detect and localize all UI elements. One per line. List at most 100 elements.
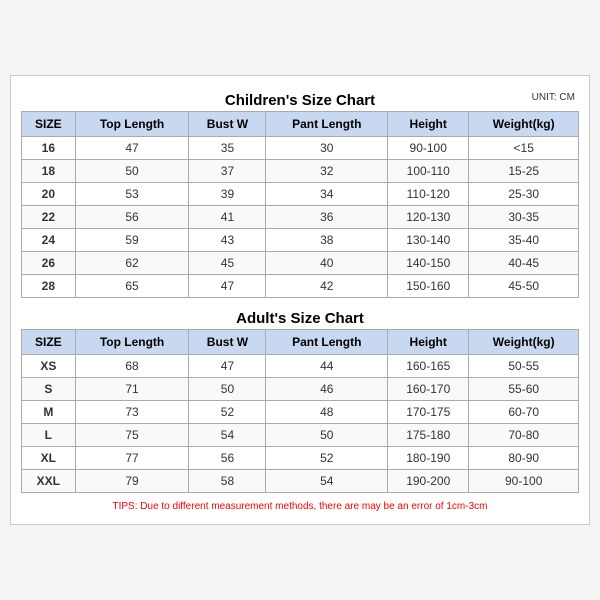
- table-cell: 39: [189, 183, 266, 206]
- children-table: SIZE Top Length Bust W Pant Length Heigh…: [21, 111, 579, 298]
- table-cell: 47: [189, 275, 266, 298]
- table-cell: 47: [189, 355, 266, 378]
- adults-col-pant-length: Pant Length: [266, 330, 388, 355]
- table-cell: 80-90: [469, 447, 579, 470]
- table-cell: XXL: [22, 470, 76, 493]
- table-cell: 32: [266, 160, 388, 183]
- table-cell: 35: [189, 137, 266, 160]
- table-cell: 60-70: [469, 401, 579, 424]
- table-cell: 42: [266, 275, 388, 298]
- table-cell: XS: [22, 355, 76, 378]
- children-col-top-length: Top Length: [75, 112, 189, 137]
- adults-col-bust: Bust W: [189, 330, 266, 355]
- table-cell: 79: [75, 470, 189, 493]
- table-cell: 110-120: [388, 183, 469, 206]
- table-cell: 18: [22, 160, 76, 183]
- table-cell: 16: [22, 137, 76, 160]
- table-cell: 50-55: [469, 355, 579, 378]
- table-cell: <15: [469, 137, 579, 160]
- table-row: XXL795854190-20090-100: [22, 470, 579, 493]
- table-cell: 15-25: [469, 160, 579, 183]
- adults-col-height: Height: [388, 330, 469, 355]
- table-cell: 120-130: [388, 206, 469, 229]
- table-cell: 130-140: [388, 229, 469, 252]
- table-cell: S: [22, 378, 76, 401]
- table-row: 18503732100-11015-25: [22, 160, 579, 183]
- table-cell: 175-180: [388, 424, 469, 447]
- table-cell: 35-40: [469, 229, 579, 252]
- table-cell: 54: [189, 424, 266, 447]
- table-cell: 48: [266, 401, 388, 424]
- table-cell: 45-50: [469, 275, 579, 298]
- table-cell: 46: [266, 378, 388, 401]
- children-header-row: SIZE Top Length Bust W Pant Length Heigh…: [22, 112, 579, 137]
- table-cell: 56: [75, 206, 189, 229]
- table-cell: 26: [22, 252, 76, 275]
- table-cell: 55-60: [469, 378, 579, 401]
- children-col-pant-length: Pant Length: [266, 112, 388, 137]
- table-cell: XL: [22, 447, 76, 470]
- adults-table: SIZE Top Length Bust W Pant Length Heigh…: [21, 329, 579, 493]
- table-cell: 22: [22, 206, 76, 229]
- table-row: 26624540140-15040-45: [22, 252, 579, 275]
- table-cell: 54: [266, 470, 388, 493]
- table-cell: 180-190: [388, 447, 469, 470]
- table-cell: 50: [266, 424, 388, 447]
- table-cell: 58: [189, 470, 266, 493]
- table-cell: 71: [75, 378, 189, 401]
- table-cell: 52: [189, 401, 266, 424]
- table-cell: 38: [266, 229, 388, 252]
- table-cell: 190-200: [388, 470, 469, 493]
- table-row: 22564136120-13030-35: [22, 206, 579, 229]
- table-cell: 30-35: [469, 206, 579, 229]
- table-cell: 53: [75, 183, 189, 206]
- children-title-text: Children's Size Chart: [225, 92, 375, 109]
- table-cell: 40-45: [469, 252, 579, 275]
- table-cell: 70-80: [469, 424, 579, 447]
- table-row: M735248170-17560-70: [22, 401, 579, 424]
- children-col-weight: Weight(kg): [469, 112, 579, 137]
- table-cell: 43: [189, 229, 266, 252]
- table-cell: 170-175: [388, 401, 469, 424]
- children-col-height: Height: [388, 112, 469, 137]
- adults-table-body: XS684744160-16550-55S715046160-17055-60M…: [22, 355, 579, 493]
- adults-col-top-length: Top Length: [75, 330, 189, 355]
- table-cell: 37: [189, 160, 266, 183]
- table-cell: 90-100: [469, 470, 579, 493]
- table-cell: 24: [22, 229, 76, 252]
- table-row: S715046160-17055-60: [22, 378, 579, 401]
- table-cell: 160-170: [388, 378, 469, 401]
- table-cell: 28: [22, 275, 76, 298]
- table-cell: 140-150: [388, 252, 469, 275]
- table-cell: 25-30: [469, 183, 579, 206]
- table-cell: 73: [75, 401, 189, 424]
- table-cell: 40: [266, 252, 388, 275]
- table-cell: 90-100: [388, 137, 469, 160]
- table-cell: 75: [75, 424, 189, 447]
- adults-col-size: SIZE: [22, 330, 76, 355]
- tips-text: TIPS: Due to different measurement metho…: [21, 499, 579, 514]
- table-cell: 68: [75, 355, 189, 378]
- table-cell: 62: [75, 252, 189, 275]
- table-cell: 160-165: [388, 355, 469, 378]
- adults-col-weight: Weight(kg): [469, 330, 579, 355]
- table-row: 28654742150-16045-50: [22, 275, 579, 298]
- table-cell: 20: [22, 183, 76, 206]
- table-cell: 56: [189, 447, 266, 470]
- table-cell: 47: [75, 137, 189, 160]
- table-cell: L: [22, 424, 76, 447]
- children-section-title: Children's Size Chart UNIT: CM: [21, 86, 579, 111]
- table-cell: 59: [75, 229, 189, 252]
- children-table-body: 1647353090-100<1518503732100-11015-25205…: [22, 137, 579, 298]
- table-row: XS684744160-16550-55: [22, 355, 579, 378]
- chart-container: Children's Size Chart UNIT: CM SIZE Top …: [10, 75, 590, 525]
- table-row: XL775652180-19080-90: [22, 447, 579, 470]
- table-cell: 50: [189, 378, 266, 401]
- table-cell: 44: [266, 355, 388, 378]
- table-cell: 41: [189, 206, 266, 229]
- table-cell: 34: [266, 183, 388, 206]
- table-row: 1647353090-100<15: [22, 137, 579, 160]
- table-cell: 100-110: [388, 160, 469, 183]
- table-cell: 65: [75, 275, 189, 298]
- table-cell: 36: [266, 206, 388, 229]
